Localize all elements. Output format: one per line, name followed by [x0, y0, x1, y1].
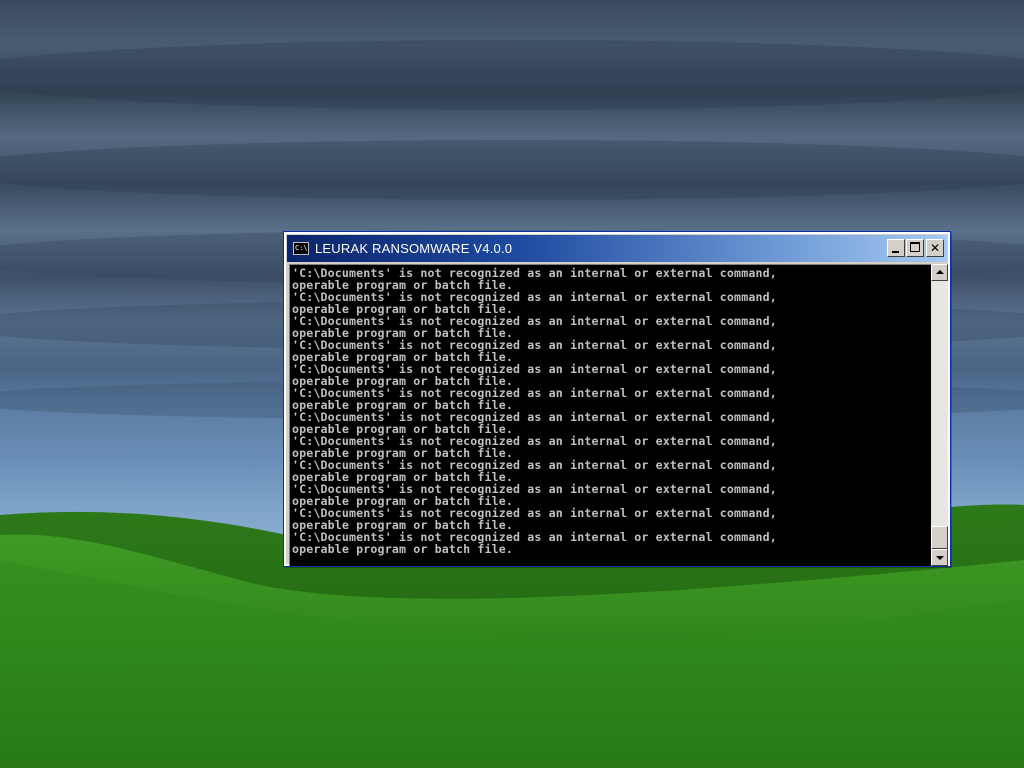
console-output[interactable]: 'C:\Documents' is not recognized as an i… [289, 264, 931, 566]
close-button[interactable]: ✕ [926, 239, 944, 257]
vertical-scrollbar[interactable] [931, 264, 948, 566]
scroll-down-arrow-icon [936, 556, 944, 560]
window-frame: C:\ LEURAK RANSOMWARE V4.0.0 ✕ 'C:\Docum… [284, 232, 950, 566]
minimize-icon [892, 251, 899, 253]
scroll-thumb[interactable] [931, 526, 948, 549]
console-line: operable program or batch file. [292, 542, 514, 556]
minimize-button[interactable] [887, 239, 905, 257]
close-icon: ✕ [929, 241, 941, 255]
maximize-button[interactable] [906, 239, 924, 257]
maximize-icon [910, 242, 920, 252]
scroll-up-arrow-icon [936, 270, 944, 274]
title-buttons: ✕ [887, 239, 944, 257]
title-bar[interactable]: C:\ LEURAK RANSOMWARE V4.0.0 ✕ [287, 235, 947, 262]
window-title: LEURAK RANSOMWARE V4.0.0 [315, 241, 513, 256]
scroll-down-button[interactable] [931, 549, 948, 566]
console-window[interactable]: C:\ LEURAK RANSOMWARE V4.0.0 ✕ 'C:\Docum… [283, 231, 951, 567]
scroll-up-button[interactable] [931, 264, 948, 281]
console-app-icon: C:\ [293, 242, 309, 255]
